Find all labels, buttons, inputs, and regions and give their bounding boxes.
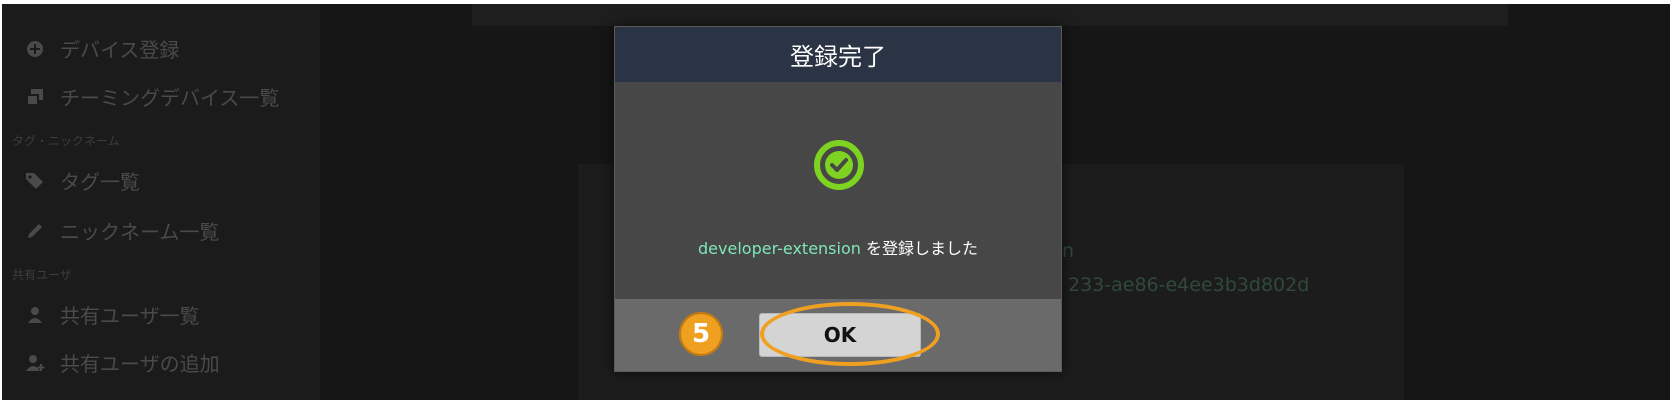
user-icon	[24, 304, 46, 326]
check-circle-icon	[813, 139, 865, 191]
dialog-message-suffix: を登録しました	[860, 239, 978, 258]
tags-icon	[24, 170, 46, 192]
sidebar: デバイス登録 チーミングデバイス一覧 タグ・ニックネーム タグ一覧 ニックネーム…	[2, 4, 320, 400]
sidebar-item-device-register[interactable]: デバイス登録	[24, 34, 179, 63]
sidebar-item-label: 共有ユーザの追加	[60, 352, 220, 376]
sidebar-item-tags[interactable]: タグ一覧	[24, 166, 140, 195]
clone-icon	[24, 86, 46, 108]
dialog-title: 登録完了	[615, 27, 1061, 82]
sidebar-item-label: ニックネーム一覧	[60, 220, 220, 244]
sidebar-item-label: チーミングデバイス一覧	[60, 86, 280, 110]
sidebar-item-label: タグ一覧	[60, 170, 140, 194]
sidebar-section-shared-users: 共有ユーザ	[12, 268, 72, 282]
user-plus-icon	[24, 352, 46, 374]
registered-device-name: developer-extension	[698, 239, 861, 258]
plus-circle-icon	[24, 38, 46, 60]
sidebar-section-tags: タグ・ニックネーム	[12, 134, 120, 148]
dialog-message: developer-extension を登録しました	[615, 235, 1061, 259]
pencil-icon	[24, 220, 46, 242]
sidebar-item-teaming-devices[interactable]: チーミングデバイス一覧	[24, 82, 279, 111]
step-number-badge: 5	[679, 312, 723, 356]
background-device-uuid: 233-ae86-e4ee3b3d802d	[1068, 274, 1310, 296]
sidebar-item-label: デバイス登録	[60, 38, 180, 62]
highlight-ring	[760, 302, 940, 366]
background-device-name: n	[1062, 240, 1075, 262]
sidebar-item-label: 共有ユーザ一覧	[60, 304, 200, 328]
sidebar-item-add-shared-user[interactable]: 共有ユーザの追加	[24, 348, 220, 377]
background-top-bar	[472, 4, 1508, 26]
sidebar-item-nicknames[interactable]: ニックネーム一覧	[24, 216, 219, 245]
sidebar-item-shared-users[interactable]: 共有ユーザ一覧	[24, 300, 200, 329]
